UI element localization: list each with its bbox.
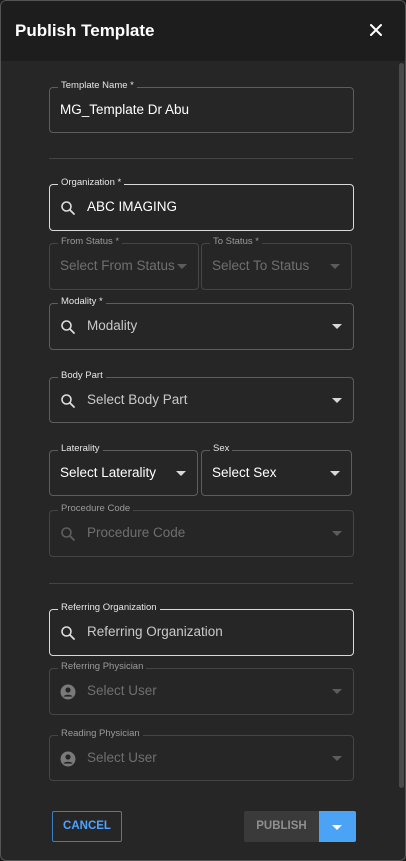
- chevron-down-icon: [176, 471, 186, 476]
- chevron-down-icon: [332, 756, 342, 761]
- modality-label: Modality *: [58, 296, 106, 307]
- search-icon: [61, 201, 75, 215]
- organization-label: Organization *: [58, 177, 125, 188]
- search-icon: [61, 527, 75, 541]
- procedure-code-placeholder: Procedure Code: [87, 525, 186, 540]
- search-icon: [61, 394, 75, 408]
- body-part-label: Body Part: [58, 370, 106, 381]
- reading-physician-placeholder: Select User: [87, 750, 157, 765]
- close-icon[interactable]: [365, 19, 387, 41]
- reading-physician-label: Reading Physician: [58, 728, 143, 739]
- dialog-title: Publish Template: [15, 21, 155, 40]
- chevron-down-icon: [330, 264, 340, 269]
- from-status-placeholder: Select From Status: [60, 258, 175, 273]
- divider: [49, 158, 353, 159]
- to-status-select[interactable]: To Status * Select To Status: [201, 236, 352, 290]
- referring-physician-select[interactable]: Referring Physician Select User: [49, 661, 354, 715]
- template-name-label: Template Name *: [58, 80, 137, 91]
- laterality-label: Laterality: [58, 443, 103, 454]
- user-avatar-icon: [60, 751, 76, 767]
- body-part-placeholder: Select Body Part: [87, 392, 188, 407]
- chevron-down-icon: [330, 471, 340, 476]
- modality-placeholder: Modality: [87, 318, 138, 333]
- organization-value: ABC IMAGING: [87, 199, 178, 214]
- sex-value: Select Sex: [212, 465, 277, 480]
- divider: [49, 583, 353, 584]
- to-status-label: To Status *: [210, 236, 262, 247]
- sex-label: Sex: [210, 443, 233, 454]
- modality-select[interactable]: Modality * Modality: [49, 296, 354, 350]
- organization-field[interactable]: Organization * ABC IMAGING: [49, 177, 354, 231]
- referring-organization-label: Referring Organization: [58, 602, 160, 613]
- chevron-down-icon: [332, 531, 342, 536]
- laterality-value: Select Laterality: [60, 465, 157, 480]
- referring-organization-placeholder: Referring Organization: [87, 624, 223, 639]
- template-name-field[interactable]: Template Name * MG_Template Dr Abu: [49, 80, 354, 133]
- referring-physician-placeholder: Select User: [87, 683, 157, 698]
- chevron-down-icon: [332, 398, 342, 403]
- sex-select[interactable]: Sex Select Sex: [201, 443, 352, 496]
- cancel-button[interactable]: CANCEL: [52, 811, 122, 842]
- procedure-code-label: Procedure Code: [58, 503, 134, 514]
- publish-options-button[interactable]: [319, 811, 356, 842]
- from-status-select[interactable]: From Status * Select From Status: [49, 236, 199, 290]
- search-icon: [61, 626, 75, 640]
- body-part-select[interactable]: Body Part Select Body Part: [49, 370, 354, 423]
- chevron-down-icon: [332, 825, 342, 830]
- from-status-label: From Status *: [58, 236, 123, 247]
- publish-template-dialog: Publish Template Template Name * MG_Temp…: [0, 0, 406, 861]
- search-icon: [61, 320, 75, 334]
- procedure-code-select[interactable]: Procedure Code Procedure Code: [49, 503, 354, 557]
- referring-physician-label: Referring Physician: [58, 661, 147, 672]
- reading-physician-select[interactable]: Reading Physician Select User: [49, 728, 354, 781]
- referring-organization-field[interactable]: Referring Organization Referring Organiz…: [49, 602, 354, 656]
- scrollbar[interactable]: [399, 63, 404, 788]
- to-status-placeholder: Select To Status: [212, 258, 310, 273]
- chevron-down-icon: [332, 324, 342, 329]
- chevron-down-icon: [332, 689, 342, 694]
- laterality-select[interactable]: Laterality Select Laterality: [49, 443, 198, 496]
- dialog-header: Publish Template: [1, 1, 405, 61]
- template-name-value: MG_Template Dr Abu: [60, 102, 190, 117]
- chevron-down-icon: [177, 264, 187, 269]
- publish-button[interactable]: PUBLISH: [244, 811, 319, 842]
- user-avatar-icon: [60, 684, 76, 700]
